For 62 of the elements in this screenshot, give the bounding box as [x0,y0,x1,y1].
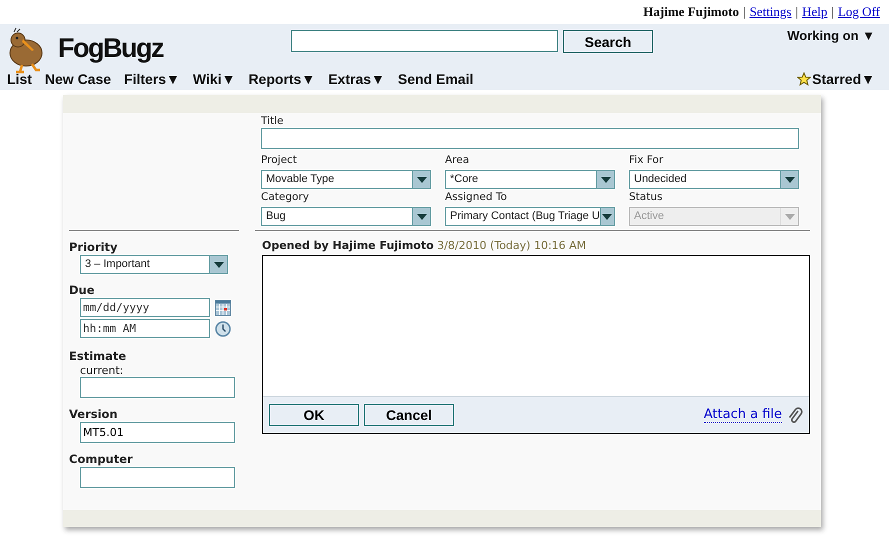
field-label: Assigned To [445,191,507,203]
caret-icon [600,176,610,182]
caret-icon [416,214,426,220]
calendar-icon[interactable] [215,300,231,316]
field-label: Priority [69,240,118,255]
field-sublabel: current: [80,364,124,377]
header-link[interactable]: Help [802,4,828,20]
nav-menu-item[interactable]: List [7,71,32,87]
computer-field[interactable] [80,467,235,488]
search-button[interactable]: Search [563,30,653,53]
nav-menu-item[interactable]: Filters▼ [124,71,180,87]
field-label: Estimate [69,349,126,364]
dropdown[interactable]: 3 – Important [80,255,228,274]
caret-icon [784,176,794,182]
field-label: Area [445,154,470,166]
working-on-menu[interactable]: Working on ▼ [787,28,875,43]
field-label: Project [261,154,297,166]
caret-icon [214,262,224,268]
caret-icon [784,214,794,220]
header-link[interactable]: Settings [750,4,792,20]
nav-menu-item[interactable]: Extras▼ [328,71,385,87]
version-field[interactable]: MT5.01 [80,422,235,443]
field-label: Fix For [629,154,664,166]
nav-menu-item[interactable]: Send Email [398,71,474,87]
star-icon [797,72,812,86]
search-field[interactable] [291,30,558,52]
dropdown[interactable]: *Core [445,170,615,189]
link-separator: | [742,4,746,20]
nav-menu-item[interactable]: New Case [44,71,112,87]
user-name: Hajime Fujimoto [643,4,739,20]
starred-menu[interactable]: Starred▼ [812,71,875,87]
attach-file-link[interactable]: Attach a file [704,407,782,423]
field-label: Version [69,407,118,422]
dropdown[interactable]: Movable Type [261,170,431,189]
nav-menu-item[interactable]: Wiki▼ [192,71,236,87]
field-label: Status [629,191,662,203]
title-field[interactable] [261,128,799,149]
dropdown[interactable]: Primary Contact (Bug Triage U [445,207,615,226]
event-editor[interactable]: OK Cancel Attach a file [262,255,810,434]
field-label: Title [261,115,284,127]
estimate-field[interactable] [80,377,235,398]
cancel-button[interactable]: Cancel [364,404,454,426]
dropdown[interactable]: Undecided [629,170,799,189]
date-field[interactable]: mm/dd/yyyy [80,298,210,317]
link-separator: | [795,4,798,20]
opened-by-label: Opened by Hajime Fujimoto [262,239,434,252]
logo-wordmark[interactable]: FogBugz [58,33,163,64]
field-label: Due [69,283,95,298]
dropdown: Active [629,207,799,226]
nav-menu-item[interactable]: Reports▼ [248,71,316,87]
field-label: Computer [69,452,133,467]
opened-date: 3/8/2010 (Today) 10:16 AM [437,239,586,252]
caret-icon [416,176,426,182]
field-label: Category [261,191,309,203]
ok-button[interactable]: OK [269,404,359,426]
caret-icon [602,214,612,220]
paperclip-icon[interactable] [787,406,803,424]
clock-icon[interactable] [215,320,231,336]
header-link[interactable]: Log Off [838,4,880,20]
dropdown[interactable]: Bug [261,207,431,226]
link-separator: | [831,4,834,20]
time-field[interactable]: hh:mm AM [80,319,210,338]
